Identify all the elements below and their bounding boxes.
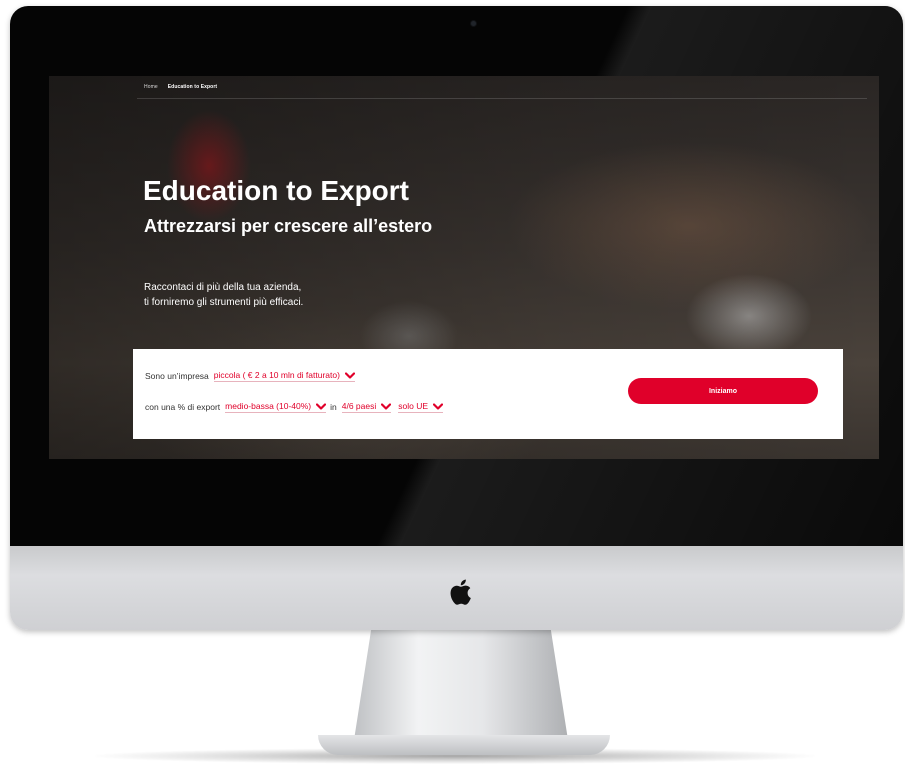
breadcrumb-current: Education to Export	[167, 84, 218, 90]
form-line-size: Sono un’impresa piccola ( € 2 a 10 mln d…	[145, 370, 359, 382]
company-size-dropdown[interactable]: piccola ( € 2 a 10 mln di fatturato)	[213, 370, 355, 382]
divider	[137, 98, 867, 99]
page-title: Education to Export	[143, 175, 409, 206]
apple-logo-icon	[450, 579, 471, 605]
imac-chin	[10, 546, 903, 630]
countries-dropdown[interactable]: 4/6 paesi	[341, 401, 392, 413]
hero-description-line: Raccontaci di più della tua azienda,	[144, 282, 302, 293]
breadcrumb-home-link[interactable]: Home	[144, 84, 158, 90]
imac-stand	[354, 630, 568, 740]
export-share-dropdown[interactable]: medio-bassa (10-40%)	[225, 401, 327, 413]
form-label: in	[330, 402, 337, 412]
company-profile-form: Sono un’impresa piccola ( € 2 a 10 mln d…	[133, 349, 843, 439]
export-share-value: medio-bassa (10-40%)	[225, 401, 312, 411]
page-subtitle: Attrezzarsi per crescere all’estero	[144, 216, 433, 236]
form-label: Sono un’impresa	[145, 371, 209, 381]
company-size-value: piccola ( € 2 a 10 mln di fatturato)	[213, 370, 340, 380]
camera-icon	[471, 21, 476, 26]
imac-stand-base	[318, 735, 610, 755]
area-value: solo UE	[398, 401, 429, 411]
form-label: con una % di export	[145, 402, 221, 412]
chevron-down-icon	[316, 402, 327, 410]
countries-value: 4/6 paesi	[341, 401, 377, 411]
website-screen: Home Education to Export Education to Ex…	[49, 76, 879, 459]
hero-description-line: ti forniremo gli strumenti più efficaci.	[144, 297, 304, 308]
start-button[interactable]: Iniziamo	[628, 378, 818, 404]
chevron-down-icon	[381, 402, 392, 410]
breadcrumb: Home Education to Export	[144, 84, 217, 90]
form-line-export: con una % di export medio-bassa (10-40%)…	[145, 401, 447, 413]
area-dropdown[interactable]: solo UE	[398, 401, 444, 413]
hero-description: Raccontaci di più della tua azienda, ti …	[144, 280, 404, 310]
chevron-down-icon	[344, 371, 355, 379]
chevron-down-icon	[433, 402, 444, 410]
